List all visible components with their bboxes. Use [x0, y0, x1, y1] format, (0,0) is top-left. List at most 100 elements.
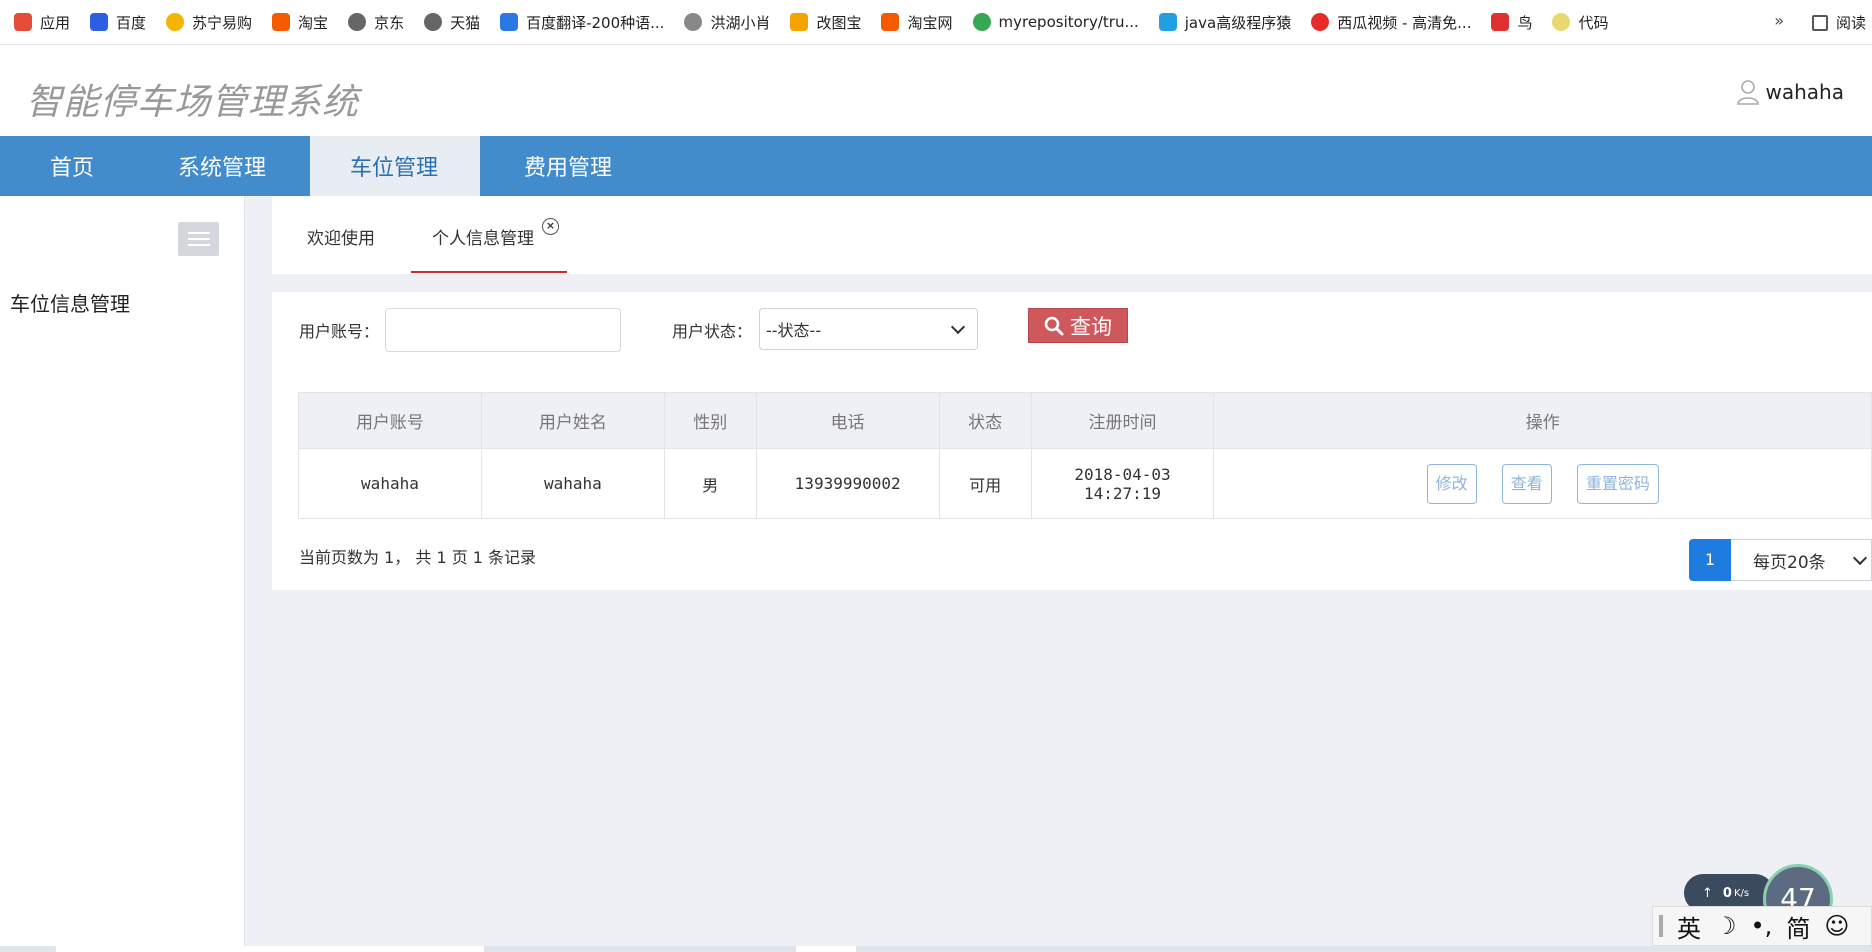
- bookmark-label: 鸟: [1517, 13, 1533, 32]
- app-header: 智能停车场管理系统 wahaha: [0, 45, 1872, 136]
- active-tab-indicator: [411, 271, 567, 273]
- tab-welcome[interactable]: 欢迎使用: [307, 224, 375, 249]
- code-icon: [1552, 13, 1571, 31]
- bookmark-xigua[interactable]: 西瓜视频 - 高清免...: [1311, 12, 1471, 33]
- taobao-icon: [272, 13, 291, 31]
- reading-list-icon: [1811, 14, 1828, 31]
- cell-name: wahaha: [480, 448, 665, 519]
- menu-toggle-button[interactable]: [178, 222, 219, 256]
- chevron-down-icon: [950, 319, 966, 334]
- ime-mode-simplified[interactable]: 简: [1786, 909, 1810, 944]
- bookmark-suning[interactable]: 苏宁易购: [166, 12, 252, 33]
- bookmark-niao[interactable]: 鸟: [1491, 12, 1532, 33]
- search-icon: [1044, 316, 1064, 335]
- bookmark-gaitubao[interactable]: 改图宝: [790, 12, 861, 33]
- bookmark-taobao-net[interactable]: 淘宝网: [881, 12, 953, 33]
- moon-icon[interactable]: ☽: [1715, 912, 1737, 940]
- search-button-label: 查询: [1070, 314, 1112, 339]
- bookmark-baidu-translate[interactable]: 百度翻译-200种语...: [500, 12, 664, 33]
- bookmarks-bar: 应用 百度 苏宁易购 淘宝 京东 天猫 百度翻译-200种语... 洪湖小肖 改…: [0, 0, 1872, 45]
- page-number-button[interactable]: 1: [1689, 539, 1731, 581]
- search-button[interactable]: 查询: [1028, 308, 1128, 343]
- baidu-icon: [90, 13, 109, 31]
- bookmark-label: 苏宁易购: [192, 13, 253, 32]
- bookmark-honghu[interactable]: 洪湖小肖: [684, 12, 770, 33]
- speed-unit: K/s: [1733, 887, 1750, 899]
- column-header: 性别: [663, 392, 757, 449]
- hamburger-icon: [187, 232, 210, 234]
- bookmark-label: 应用: [40, 13, 71, 32]
- bookmark-label: 百度翻译-200种语...: [526, 13, 665, 32]
- bilibili-icon: [1158, 13, 1177, 31]
- pager-info: 当前页数为 1， 共 1 页 1 条记录: [299, 548, 537, 567]
- bookmark-label: 代码: [1578, 13, 1609, 32]
- sidebar-item-parking-info[interactable]: 车位信息管理: [10, 288, 130, 317]
- status-label: 用户状态：: [672, 322, 753, 341]
- username: wahaha: [1765, 80, 1844, 104]
- play-icon: [1311, 13, 1330, 31]
- ime-mode-english[interactable]: 英: [1677, 909, 1701, 944]
- bookmark-label: 洪湖小肖: [710, 13, 771, 32]
- app-title: 智能停车场管理系统: [26, 82, 360, 123]
- upload-arrow-icon: ↑: [1702, 885, 1713, 901]
- bookmark-jd[interactable]: 京东: [348, 12, 404, 33]
- bookmark-apps[interactable]: 应用: [14, 12, 70, 33]
- nav-parking-space-management[interactable]: 车位管理: [310, 136, 481, 196]
- nav-fee-management[interactable]: 费用管理: [482, 136, 654, 196]
- bookmark-taobao[interactable]: 淘宝: [272, 12, 328, 33]
- reading-list-button[interactable]: 阅读: [1811, 0, 1872, 44]
- scrollbar-segment: [796, 946, 856, 952]
- bookmark-label: 淘宝: [298, 13, 329, 32]
- cell-account: wahaha: [298, 448, 482, 519]
- reading-list-label: 阅读: [1835, 14, 1866, 32]
- translate-icon: [500, 13, 519, 31]
- globe-icon: [424, 13, 443, 31]
- speed-value: 0: [1722, 885, 1732, 901]
- scrollbar-thumb[interactable]: [56, 946, 484, 952]
- nav-home[interactable]: 首页: [0, 136, 136, 196]
- bookmarks-overflow-button[interactable]: »: [1774, 11, 1784, 30]
- nav-system-management[interactable]: 系统管理: [136, 136, 308, 196]
- cell-actions: 修改 查看 重置密码: [1213, 448, 1872, 519]
- feather-icon: [684, 13, 703, 31]
- bookmark-label: 百度: [116, 13, 147, 32]
- bookmark-tmall[interactable]: 天猫: [424, 12, 480, 33]
- bookmark-label: java高级程序猿: [1184, 13, 1292, 32]
- ime-toolbar: 英 ☽ •, 简 ☺: [1652, 906, 1872, 946]
- horizontal-scrollbar[interactable]: [0, 946, 1872, 952]
- status-select[interactable]: --状态--: [759, 308, 978, 350]
- bookmark-java[interactable]: java高级程序猿: [1158, 12, 1292, 33]
- taobao-icon: [881, 13, 900, 31]
- bookmark-label: 改图宝: [816, 13, 862, 32]
- punctuation-icon[interactable]: •,: [1751, 912, 1773, 940]
- edit-button[interactable]: 修改: [1426, 463, 1477, 504]
- user-menu[interactable]: wahaha: [1736, 79, 1844, 105]
- bookmark-baidu[interactable]: 百度: [90, 12, 146, 33]
- bookmark-label: 京东: [374, 13, 405, 32]
- user-table: 用户账号 用户姓名 性别 电话 状态 注册时间 操作 wahaha wahaha…: [298, 392, 1872, 519]
- account-input[interactable]: [385, 308, 621, 352]
- cell-status: 可用: [938, 448, 1032, 519]
- tab-personal-info[interactable]: 个人信息管理: [432, 224, 534, 249]
- bookmark-myrepository[interactable]: myrepository/tru...: [972, 13, 1139, 31]
- cell-phone: 13939990002: [755, 448, 940, 519]
- chrome-icon: [972, 13, 991, 31]
- column-header: 电话: [755, 392, 940, 449]
- column-header: 用户账号: [298, 392, 482, 449]
- bookmark-label: 西瓜视频 - 高清免...: [1337, 13, 1472, 32]
- per-page-select[interactable]: 每页20条: [1731, 539, 1872, 581]
- column-header: 用户姓名: [480, 392, 665, 449]
- suning-icon: [166, 13, 185, 31]
- column-header: 状态: [938, 392, 1032, 449]
- bookmark-label: myrepository/tru...: [998, 13, 1139, 31]
- bookmark-label: 淘宝网: [907, 13, 953, 32]
- user-icon: [1736, 80, 1759, 105]
- smiley-icon[interactable]: ☺: [1824, 912, 1849, 940]
- apps-icon: [14, 13, 32, 31]
- bookmark-daima[interactable]: 代码: [1552, 12, 1609, 33]
- close-icon[interactable]: ×: [542, 218, 559, 235]
- drag-handle[interactable]: [1659, 915, 1663, 937]
- reset-password-button[interactable]: 重置密码: [1576, 463, 1659, 504]
- sidebar: 车位信息管理: [0, 196, 245, 952]
- view-button[interactable]: 查看: [1501, 463, 1552, 504]
